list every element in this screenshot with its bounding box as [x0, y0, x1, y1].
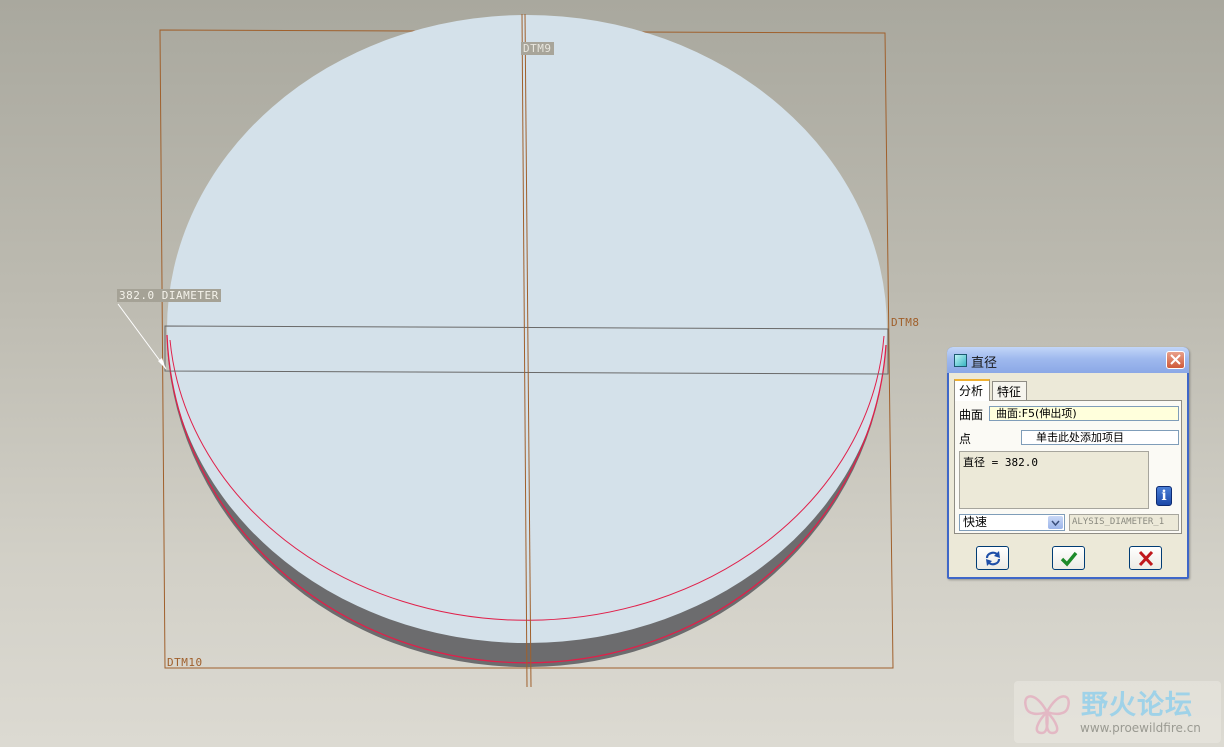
datum-label-dtm8[interactable]: DTM8: [891, 316, 920, 329]
info-icon[interactable]: i: [1156, 486, 1172, 506]
surface-label: 曲面: [959, 408, 984, 422]
point-label: 点: [959, 432, 972, 446]
dialog-title: 直径: [971, 356, 998, 371]
tab-feature[interactable]: 特征: [992, 381, 1027, 401]
cancel-button[interactable]: [1129, 546, 1162, 570]
chevron-down-icon[interactable]: [1048, 516, 1063, 529]
watermark-url: www.proewildfire.cn: [1080, 721, 1201, 735]
dialog-titlebar[interactable]: 直径: [947, 347, 1189, 373]
butterfly-logo-icon: [1024, 695, 1070, 735]
watermark-title: 野火论坛: [1081, 690, 1193, 721]
mode-value: 快速: [963, 515, 988, 529]
datum-label-dtm9[interactable]: DTM9: [521, 42, 554, 55]
repeat-icon: [985, 551, 1001, 566]
point-collector[interactable]: 单击此处添加项目: [1021, 430, 1179, 445]
analysis-name-field[interactable]: ALYSIS_DIAMETER_1: [1069, 514, 1179, 531]
close-icon: [1138, 550, 1154, 567]
datum-label-dtm10[interactable]: DTM10: [167, 656, 203, 669]
dimension-label[interactable]: 382.0 DIAMETER: [117, 289, 221, 302]
surface-collector[interactable]: 曲面:F5(伸出项): [989, 406, 1179, 421]
analysis-panel: 曲面 曲面:F5(伸出项) 点 单击此处添加项目 直径 = 382.0 i 快速…: [954, 400, 1182, 534]
close-x-icon: [1170, 354, 1181, 365]
check-icon: [1060, 551, 1078, 567]
watermark: 野火论坛 www.proewildfire.cn: [1014, 681, 1221, 743]
ok-button[interactable]: [1052, 546, 1085, 570]
dialog-app-icon: [954, 354, 967, 367]
result-text: 直径 = 382.0: [959, 451, 1149, 509]
mode-dropdown[interactable]: 快速: [959, 514, 1065, 531]
diameter-dialog: 直径 分析 特征 曲面 曲面:F5(伸出项) 点 单击此处添加项目 直径 = 3…: [947, 347, 1189, 579]
repeat-button[interactable]: [976, 546, 1009, 570]
tab-analysis[interactable]: 分析: [954, 379, 990, 401]
dimension-leader: [117, 303, 167, 370]
dialog-close-button[interactable]: [1166, 351, 1185, 369]
